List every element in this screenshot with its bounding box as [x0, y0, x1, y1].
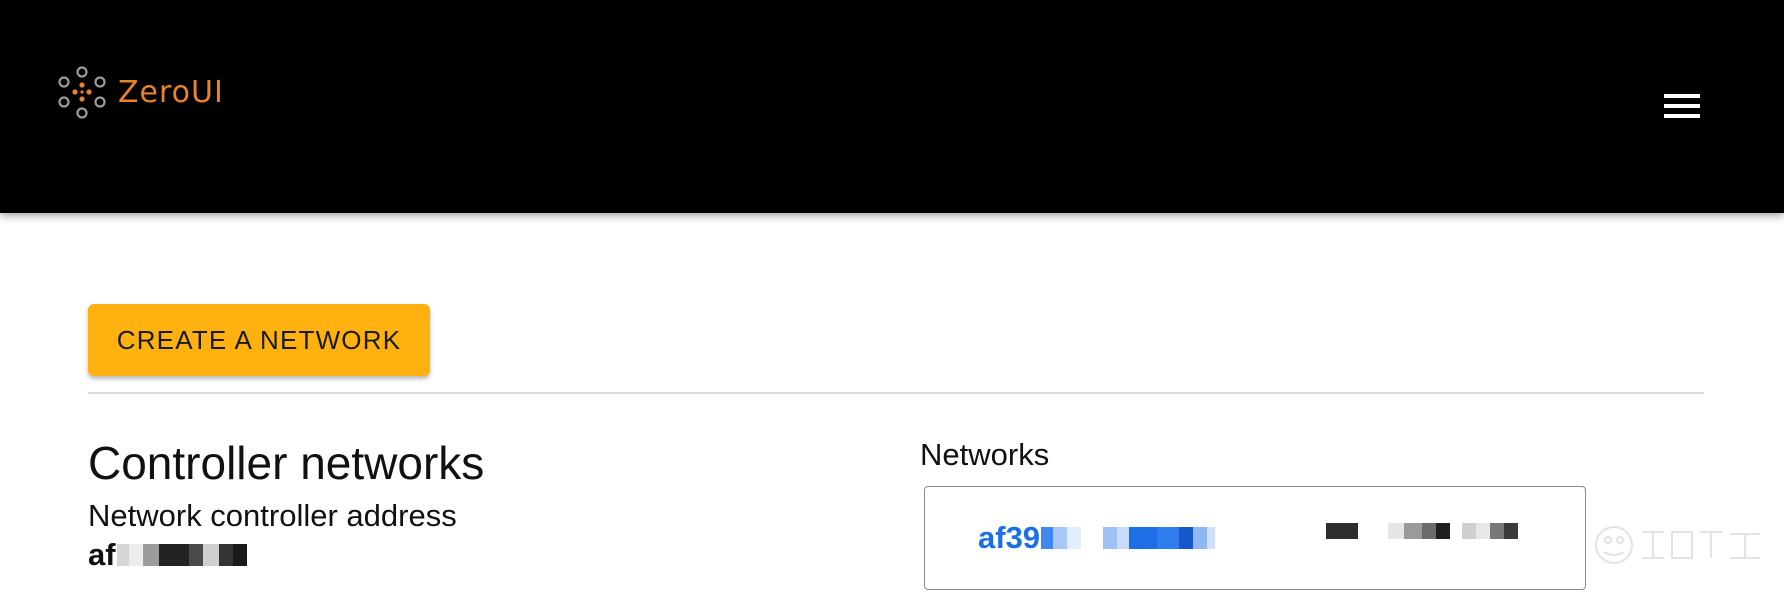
controller-address-value: af: [88, 537, 247, 573]
controller-address-label: Network controller address: [88, 498, 457, 533]
redacted-pixelation: [1041, 527, 1216, 549]
app-bar: ZeroUI: [0, 0, 1784, 213]
divider: [88, 392, 1704, 394]
redacted-pixelation: [1326, 523, 1518, 539]
network-id-link[interactable]: af39: [978, 520, 1216, 556]
app-logo[interactable]: ZeroUI: [54, 66, 224, 124]
network-card[interactable]: af39: [924, 486, 1586, 590]
create-network-button[interactable]: CREATE A NETWORK: [88, 304, 430, 376]
menu-button[interactable]: [1654, 86, 1710, 126]
controller-address-text: af: [88, 537, 116, 572]
section-title: Controller networks: [88, 437, 485, 489]
redacted-pixelation: [116, 544, 247, 566]
watermark-logo: [1595, 526, 1760, 564]
zerotier-dots-logo-icon: [58, 66, 106, 119]
network-id-text: af39: [978, 520, 1041, 555]
app-name: ZeroUI: [118, 74, 224, 110]
networks-label: Networks: [920, 437, 1050, 472]
